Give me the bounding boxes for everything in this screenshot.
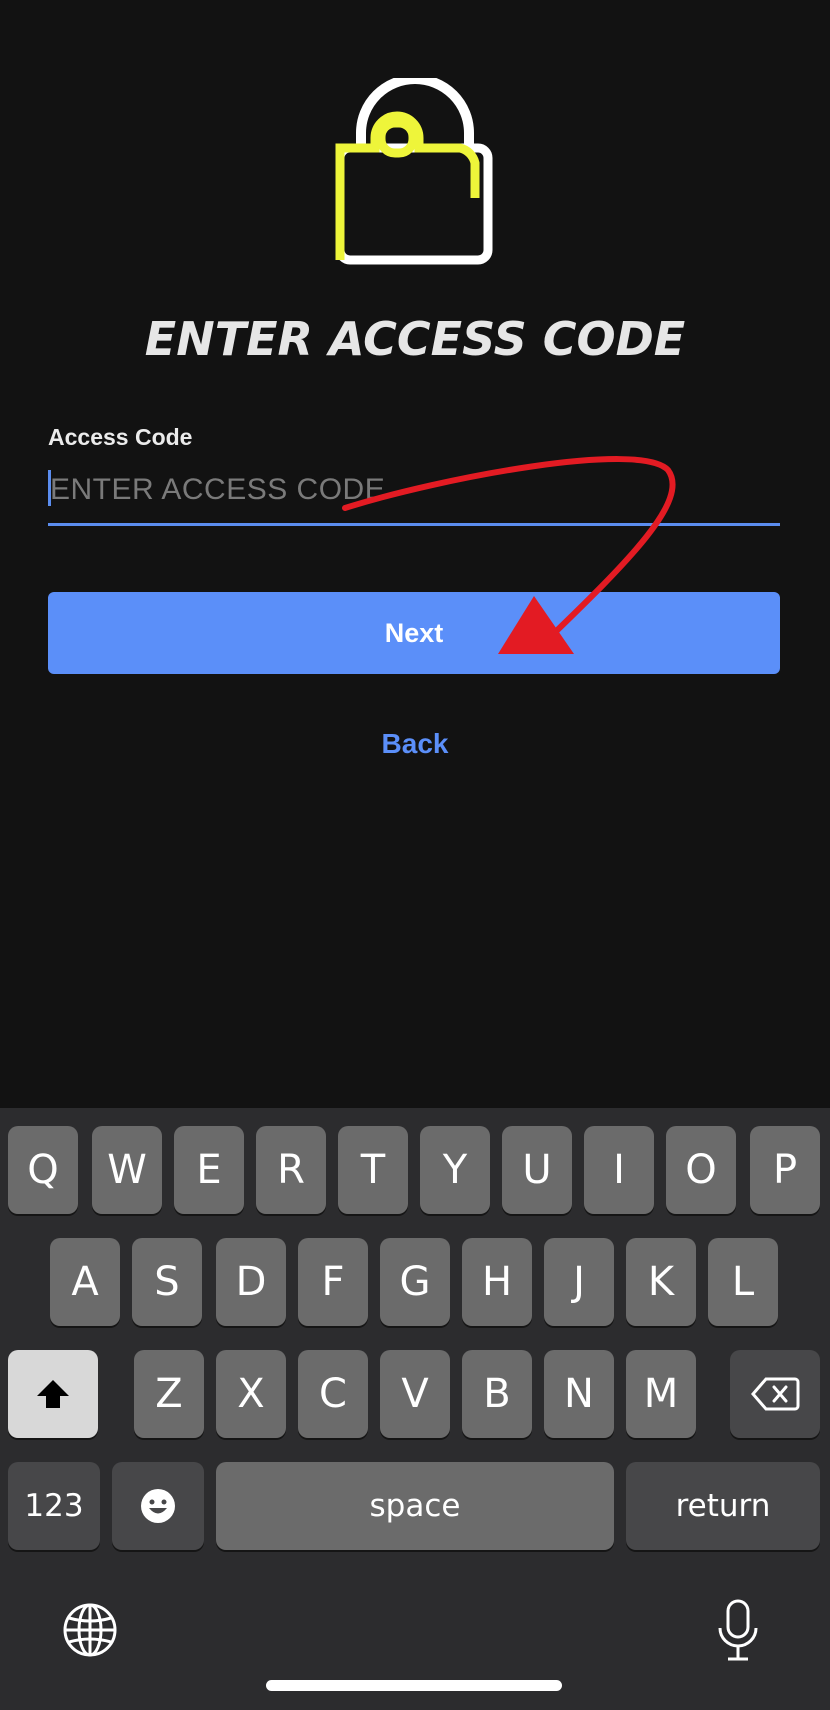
space-key[interactable]: space <box>216 1462 614 1550</box>
app-screen: ENTER ACCESS CODE Access Code Next Back … <box>0 0 830 1710</box>
key-f[interactable]: F <box>298 1238 368 1326</box>
page-title: ENTER ACCESS CODE <box>144 312 686 366</box>
key-r[interactable]: R <box>256 1126 326 1214</box>
key-m[interactable]: M <box>626 1350 696 1438</box>
key-h[interactable]: H <box>462 1238 532 1326</box>
microphone-icon[interactable] <box>712 1598 764 1664</box>
key-v[interactable]: V <box>380 1350 450 1438</box>
numbers-key[interactable]: 123 <box>8 1462 100 1550</box>
emoji-icon <box>141 1489 175 1523</box>
key-x[interactable]: X <box>216 1350 286 1438</box>
globe-icon[interactable] <box>62 1602 118 1658</box>
key-q[interactable]: Q <box>8 1126 78 1214</box>
home-indicator[interactable] <box>266 1680 562 1691</box>
key-e[interactable]: E <box>174 1126 244 1214</box>
key-k[interactable]: K <box>626 1238 696 1326</box>
key-p[interactable]: P <box>750 1126 820 1214</box>
delete-icon <box>751 1377 800 1411</box>
key-i[interactable]: I <box>584 1126 654 1214</box>
emoji-key[interactable] <box>112 1462 204 1550</box>
key-c[interactable]: C <box>298 1350 368 1438</box>
shift-icon <box>37 1380 69 1408</box>
key-s[interactable]: S <box>132 1238 202 1326</box>
next-button[interactable]: Next <box>48 592 780 674</box>
access-code-input[interactable] <box>50 462 770 518</box>
lock-icon <box>325 74 505 268</box>
key-j[interactable]: J <box>544 1238 614 1326</box>
access-code-field[interactable] <box>48 462 780 526</box>
key-y[interactable]: Y <box>420 1126 490 1214</box>
key-l[interactable]: L <box>708 1238 778 1326</box>
key-t[interactable]: T <box>338 1126 408 1214</box>
back-link[interactable]: Back <box>0 728 830 760</box>
key-n[interactable]: N <box>544 1350 614 1438</box>
key-b[interactable]: B <box>462 1350 532 1438</box>
key-g[interactable]: G <box>380 1238 450 1326</box>
key-d[interactable]: D <box>216 1238 286 1326</box>
key-z[interactable]: Z <box>134 1350 204 1438</box>
on-screen-keyboard: Q W E R T Y U I O P A S D F G H J K L Z … <box>0 1108 830 1710</box>
key-o[interactable]: O <box>666 1126 736 1214</box>
shift-key[interactable] <box>8 1350 98 1438</box>
access-code-label: Access Code <box>48 424 193 450</box>
return-key[interactable]: return <box>626 1462 820 1550</box>
key-w[interactable]: W <box>92 1126 162 1214</box>
delete-key[interactable] <box>730 1350 820 1438</box>
key-u[interactable]: U <box>502 1126 572 1214</box>
key-a[interactable]: A <box>50 1238 120 1326</box>
